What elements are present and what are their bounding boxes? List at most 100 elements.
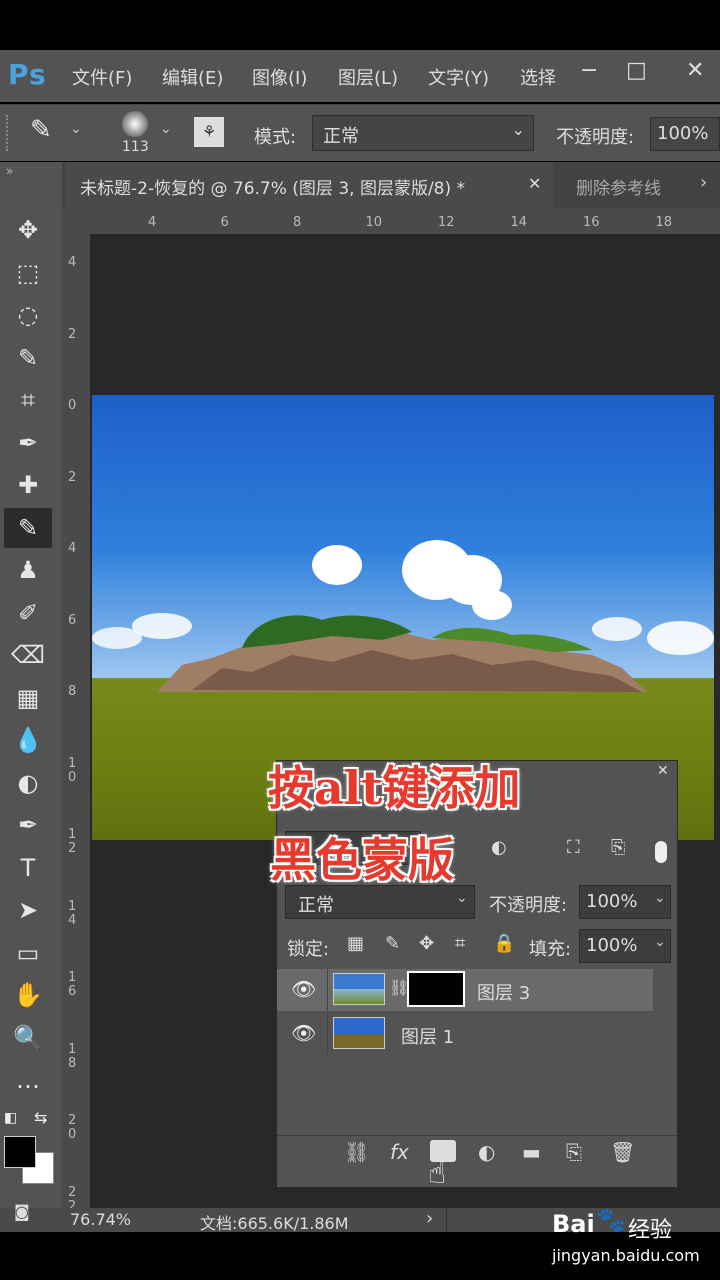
expand-toolbar-icon[interactable]: » [6,164,13,178]
eye-icon[interactable]: 👁 [291,1021,316,1045]
eyedropper-icon[interactable]: ✒ [10,425,46,461]
ruler-left-tick: 2 [68,469,77,485]
ruler-top-tick: 16 [583,215,600,230]
gradient-icon[interactable]: ▦ [10,680,46,716]
ruler-left-tick: 1 0 [68,755,77,785]
chevron-down-icon: ⌄ [511,120,525,139]
tab-delete-guides[interactable]: 删除参考线 [576,174,661,199]
menu-type[interactable]: 文字(Y) [428,64,489,90]
panel-close-icon[interactable]: ✕ [657,763,669,779]
ruler-left-tick: 6 [68,612,77,628]
fill-label: 填充: [529,939,572,960]
layer-name[interactable]: 图层 1 [401,1023,454,1049]
chevron-down-icon: ⌄ [456,890,468,906]
lock-artboard-icon[interactable]: ⌗ [455,933,465,954]
crop-icon[interactable]: ⌗ [10,382,46,418]
layer-opacity-field[interactable]: 100% ⌄ [579,885,671,919]
watermark-brand: Bai [552,1210,595,1238]
eye-icon[interactable]: 👁 [291,977,316,1001]
filter-smart-object-icon[interactable]: ⎘ [611,837,625,858]
top-black-band [0,0,720,50]
blend-mode-dropdown[interactable]: 正常 ⌄ [285,885,475,919]
ruler-top-tick: 10 [365,215,383,230]
brush-tool-icon[interactable]: ✎ [30,115,52,145]
layer-mask-thumbnail[interactable] [407,971,465,1007]
caption-line-1: 按alt键添加 [268,761,521,815]
brush-preview-icon[interactable] [122,111,148,137]
menu-file[interactable]: 文件(F) [72,64,132,90]
folder-icon[interactable]: ▬ [522,1140,541,1164]
stamp-icon[interactable]: ♟ [10,552,46,588]
link-icon[interactable]: ⛓ [344,1140,369,1164]
lock-position-icon[interactable]: ✥ [419,933,434,954]
layer-row-selected[interactable]: 👁 ⛓ 图层 3 [277,969,653,1011]
fill-field[interactable]: 100% ⌄ [579,929,671,963]
hand-cursor-icon: ☝ [428,1156,447,1191]
mode-dropdown[interactable]: 正常 ⌄ [312,115,534,151]
rectangle-icon[interactable]: ▭ [10,935,46,971]
brush-panel-icon[interactable]: ⚘ [194,117,224,147]
zoom-level[interactable]: 76.74% [70,1210,131,1229]
lasso-icon[interactable]: ◌ [10,297,46,333]
ruler-left-tick: 1 8 [68,1041,77,1071]
chevron-down-icon[interactable]: ⌄ [160,121,172,137]
adjustment-icon[interactable]: ◐ [478,1140,495,1164]
filter-shape-icon[interactable]: ⛶ [567,837,580,858]
default-colors-icon[interactable]: ◧ [4,1110,17,1126]
lock-pixels-icon[interactable]: ✎ [385,933,400,954]
layer-name[interactable]: 图层 3 [477,979,530,1005]
ruler-left-tick: 0 [68,398,77,413]
close-tab-icon[interactable]: ✕ [528,174,541,193]
hand-icon[interactable]: ✋ [10,977,46,1013]
tab-label: 未标题-2-恢复的 @ 76.7% (图层 3, 图层蒙版/8) * [80,179,466,199]
menu-select[interactable]: 选择 [520,64,556,90]
layer-opacity-label: 不透明度: [489,895,568,916]
quick-mask-icon[interactable]: ◙ [14,1202,30,1221]
layer-row[interactable]: 👁 图层 1 [277,1013,653,1055]
menu-edit[interactable]: 编辑(E) [162,64,223,90]
pen-icon[interactable]: ✒ [10,807,46,843]
status-menu-arrow[interactable]: › [426,1208,433,1229]
chevron-right-icon[interactable]: › [700,172,707,193]
fx-icon[interactable]: fx [390,1140,409,1164]
opacity-field[interactable]: 100% [650,117,720,151]
move-icon[interactable]: ✥ [10,212,46,248]
new-layer-icon[interactable]: ⎘ [566,1140,582,1164]
eraser-icon[interactable]: ⌫ [10,637,46,673]
layer-thumbnail[interactable] [333,1017,385,1049]
layer-thumbnail[interactable] [333,973,385,1005]
history-brush-icon[interactable]: ✐ [10,595,46,631]
trash-icon[interactable]: 🗑 [610,1140,635,1164]
filter-toggle[interactable] [655,841,667,863]
zoom-icon[interactable]: 🔍 [10,1020,46,1056]
more-icon[interactable]: … [10,1062,46,1098]
divider [277,1135,677,1136]
marquee-icon[interactable]: ⬚ [10,255,46,291]
swap-colors-icon[interactable]: ⇆ [34,1108,47,1127]
lock-all-icon[interactable]: 🔒 [493,933,515,954]
ruler-left-tick: 8 [68,684,77,699]
menu-image[interactable]: 图像(I) [252,64,307,90]
dodge-icon[interactable]: ◐ [10,765,46,801]
quick-select-icon[interactable]: ✎ [10,340,46,376]
healing-icon[interactable]: ✚ [10,467,46,503]
ruler-left-tick: 1 6 [68,970,77,999]
ruler-left-tick: 2 [68,326,77,342]
mode-value: 正常 [323,126,359,147]
menu-layer[interactable]: 图层(L) [338,64,398,90]
chevron-down-icon[interactable]: ⌄ [70,121,82,137]
path-select-icon[interactable]: ➤ [10,892,46,928]
close-window-button[interactable]: ✕ [686,58,704,83]
minimize-button[interactable]: − [580,58,598,83]
filter-adjust-icon[interactable]: ◐ [491,837,507,858]
ruler-left-tick: 4 [68,255,77,270]
lock-transparency-icon[interactable]: ▦ [347,933,364,954]
type-icon[interactable]: T [10,850,46,886]
brush-icon[interactable]: ✎ [10,510,46,546]
tab-document-active[interactable]: 未标题-2-恢复的 @ 76.7% (图层 3, 图层蒙版/8) * ✕ [66,162,554,208]
foreground-color-swatch[interactable] [4,1136,36,1168]
ps-logo: Ps [8,58,47,91]
doc-size: 文档:665.6K/1.86M [200,1214,349,1233]
maximize-button[interactable]: □ [626,58,647,83]
blur-icon[interactable]: 💧 [10,722,46,758]
